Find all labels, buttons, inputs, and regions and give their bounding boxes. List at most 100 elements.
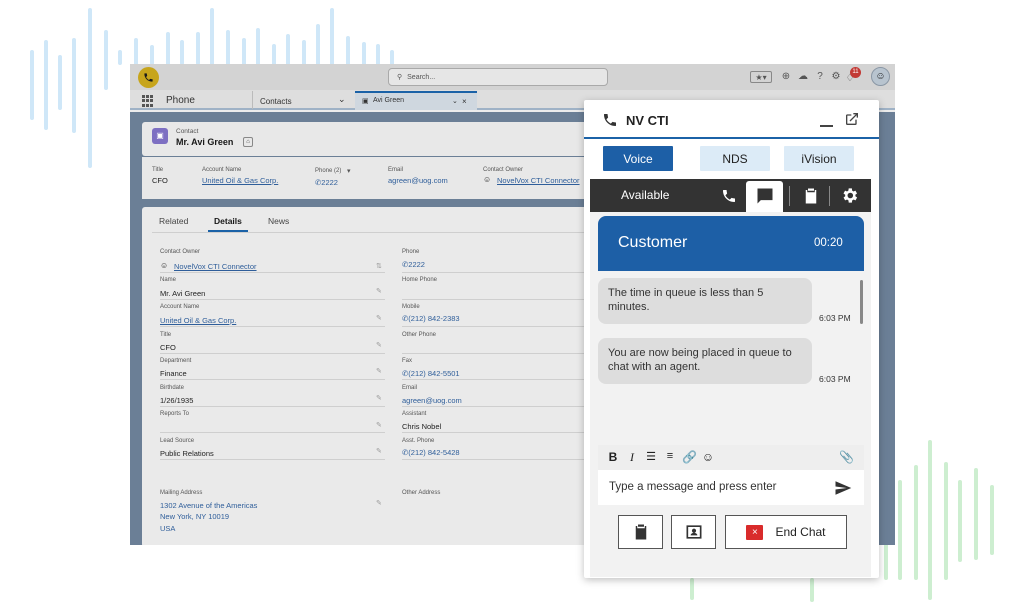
field-label-reports-to: Reports To (160, 411, 189, 417)
favorites-star-icon[interactable]: ★▾ (750, 71, 772, 83)
notes-button[interactable] (618, 515, 663, 549)
tab-nds[interactable]: NDS (700, 146, 770, 171)
end-chat-x-icon: × (746, 524, 764, 540)
phone-icon (144, 73, 153, 82)
settings-gear-icon[interactable] (840, 186, 859, 205)
edit-pencil-icon[interactable]: ✎ (376, 499, 382, 507)
tab-contacts[interactable]: Contacts (260, 97, 292, 106)
cti-title: NV CTI (626, 113, 669, 128)
chat-scrollbar[interactable] (860, 280, 863, 324)
chat-message: You are now being placed in queue to cha… (598, 338, 812, 384)
field-label-mobile: Mobile (402, 304, 420, 310)
field-label-department: Department (160, 358, 192, 364)
field-value-birthdate: 1/26/1935 (160, 396, 194, 405)
field-label-name: Name (160, 277, 177, 283)
record-name: Mr. Avi Green (176, 137, 234, 147)
link-icon[interactable]: 🔗 (682, 450, 697, 464)
field-value-assistant: Chris Nobel (402, 422, 442, 431)
contact-card-icon (686, 525, 701, 539)
notification-count-badge: 11 (850, 67, 861, 78)
agent-status[interactable]: Available (621, 188, 669, 202)
details-card (142, 207, 602, 545)
tab-related[interactable]: Related (159, 216, 188, 226)
edit-pencil-icon[interactable]: ✎ (376, 367, 382, 375)
field-mobile[interactable]: ✆(212) 842-2383 (402, 314, 460, 323)
bullet-list-icon[interactable]: ≡ (663, 450, 677, 462)
tab-news[interactable]: News (268, 216, 289, 226)
edit-pencil-icon[interactable]: ✎ (376, 447, 382, 455)
tab-ivision[interactable]: iVision (784, 146, 854, 171)
help-icon[interactable]: ? (814, 71, 826, 83)
chat-timer: 00:20 (814, 237, 843, 249)
highlight-label-email: Email (388, 167, 404, 173)
hierarchy-icon[interactable]: ⌂ (243, 137, 253, 147)
field-link-account-name[interactable]: United Oil & Gas Corp. (160, 316, 236, 325)
trailhead-icon[interactable]: ☁ (797, 71, 809, 83)
highlight-label-account: Account Name (202, 167, 242, 173)
field-label-title: Title (160, 332, 172, 338)
emoji-icon[interactable]: ☺ (701, 450, 715, 464)
phone-icon[interactable] (721, 188, 737, 204)
tab-voice[interactable]: Voice (603, 146, 673, 171)
mailing-address-line1[interactable]: 1302 Avenue of the Americas (160, 501, 257, 510)
field-label-contact-owner: Contact Owner (160, 249, 201, 255)
contact-card-button[interactable] (671, 515, 716, 549)
send-icon[interactable] (834, 479, 852, 497)
clipboard-icon[interactable] (802, 186, 820, 206)
highlight-link-email[interactable]: agreen@uog.com (388, 176, 448, 185)
chat-message-time: 6:03 PM (819, 313, 851, 323)
italic-button[interactable]: I (625, 450, 639, 465)
chat-message: The time in queue is less than 5 minutes… (598, 278, 812, 324)
user-avatar[interactable]: ☺ (871, 67, 890, 86)
highlight-label-phone: Phone (2) (315, 168, 342, 174)
object-label: Contact (176, 128, 199, 135)
edit-pencil-icon[interactable]: ✎ (376, 341, 382, 349)
add-plus-icon[interactable]: ⊕ (780, 71, 792, 83)
setup-gear-icon[interactable]: ⚙ (830, 71, 842, 83)
field-label-other-phone: Other Phone (402, 332, 437, 338)
mailing-address-line3[interactable]: USA (160, 524, 175, 533)
app-launcher-grid-icon[interactable] (142, 95, 154, 107)
edit-pencil-icon[interactable]: ✎ (376, 421, 382, 429)
field-fax[interactable]: ✆(212) 842-5501 (402, 369, 460, 378)
chat-bubble-icon (757, 188, 773, 204)
field-phone[interactable]: ✆2222 (402, 260, 425, 269)
edit-pencil-icon[interactable]: ✎ (376, 394, 382, 402)
field-value-name: Mr. Avi Green (160, 289, 206, 298)
edit-pencil-icon[interactable]: ✎ (376, 287, 382, 295)
owner-avatar-icon: ☺ (483, 175, 492, 184)
caret-down-icon[interactable]: ▾ (347, 167, 351, 175)
minimize-icon[interactable] (820, 125, 833, 127)
highlight-phone[interactable]: ✆2222 (315, 178, 338, 187)
field-value-lead-source: Public Relations (160, 449, 214, 458)
chevron-down-icon[interactable]: ⌄ (452, 97, 458, 105)
field-asst-phone[interactable]: ✆(212) 842-5428 (402, 448, 460, 457)
tab-details[interactable]: Details (214, 216, 242, 226)
pop-out-icon[interactable] (844, 111, 860, 127)
field-label-other-address: Other Address (402, 490, 441, 496)
message-input-placeholder: Type a message and press enter (609, 481, 777, 493)
search-icon: ⚲ (397, 74, 403, 81)
bold-button[interactable]: B (606, 450, 620, 464)
edit-pencil-icon[interactable]: ✎ (376, 314, 382, 322)
numbered-list-icon[interactable]: ☰ (644, 450, 658, 463)
tab-avi-green[interactable]: Avi Green (373, 97, 404, 104)
swap-owner-icon[interactable]: ⇅ (376, 262, 382, 270)
owner-avatar-icon: ☺ (160, 261, 169, 270)
field-label-mailing-address: Mailing Address (160, 490, 203, 496)
field-label-birthdate: Birthdate (160, 385, 185, 391)
global-search-input[interactable]: ⚲ Search... (388, 68, 608, 86)
field-label-phone: Phone (402, 249, 420, 255)
softphone-launcher[interactable] (138, 67, 159, 88)
mailing-address-line2[interactable]: New York, NY 10019 (160, 512, 229, 521)
end-chat-button[interactable]: × End Chat (725, 515, 847, 549)
contact-record-icon: ▣ (152, 128, 168, 144)
field-label-asst-phone: Asst. Phone (402, 438, 435, 444)
chevron-down-icon[interactable]: ⌄ (338, 94, 346, 105)
paperclip-icon[interactable]: 📎 (839, 450, 854, 464)
field-link-contact-owner[interactable]: NovelVox CTI Connector (174, 262, 257, 271)
close-tab-icon[interactable]: × (462, 97, 467, 106)
highlight-link-account[interactable]: United Oil & Gas Corp. (202, 176, 278, 185)
highlight-link-owner[interactable]: NovelVox CTI Connector (497, 176, 580, 185)
field-link-email[interactable]: agreen@uog.com (402, 396, 462, 405)
